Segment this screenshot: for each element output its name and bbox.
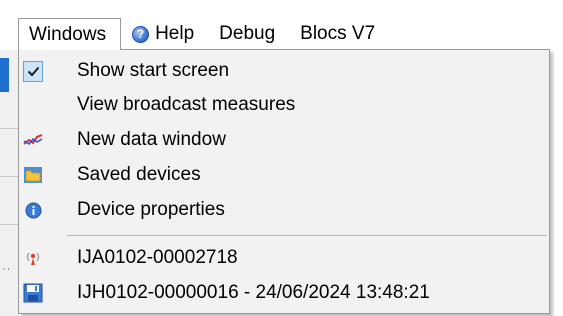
background-selection-highlight (0, 58, 9, 92)
background-divider (0, 176, 18, 177)
menu-item-label: IJA0102-00002718 (77, 247, 238, 268)
menu-item-show-start-screen[interactable]: Show start screen (19, 56, 549, 86)
menu-bar: Windows ? Help Debug Blocs V7 (18, 18, 563, 50)
menu-help[interactable]: ? Help (121, 18, 208, 50)
line-chart-icon (23, 130, 43, 150)
folder-icon (23, 165, 43, 185)
menu-item-label: Show start screen (77, 60, 230, 81)
help-icon: ? (132, 25, 150, 43)
menu-blocs-v7[interactable]: Blocs V7 (289, 18, 389, 50)
menu-debug-label: Debug (219, 23, 276, 44)
windows-dropdown-menu: Show start screen View broadcast measure… (18, 49, 550, 314)
menu-item-device-ija0102[interactable]: IJA0102-00002718 (19, 243, 549, 273)
menu-blocs-v7-label: Blocs V7 (300, 23, 376, 44)
background-divider (0, 224, 18, 225)
menu-item-label: View broadcast measures (77, 94, 296, 115)
menu-item-view-broadcast-measures[interactable]: View broadcast measures (19, 90, 549, 120)
menu-item-icon-slot (23, 60, 43, 82)
menu-item-device-properties[interactable]: Device properties (19, 195, 549, 225)
background-dots: ·· (2, 263, 12, 275)
info-icon (23, 200, 43, 220)
menu-debug[interactable]: Debug (208, 18, 289, 50)
antenna-icon (23, 248, 43, 268)
menu-windows-label: Windows (29, 23, 107, 45)
menu-help-label: Help (155, 23, 195, 44)
menu-separator (67, 235, 547, 236)
menu-item-label: Saved devices (77, 164, 201, 185)
menu-item-label: New data window (77, 129, 226, 150)
menu-item-label: IJH0102-00000016 - 24/06/2024 13:48:21 (77, 282, 430, 303)
menu-item-new-data-window[interactable]: New data window (19, 125, 549, 155)
menu-item-label: Device properties (77, 199, 225, 220)
checkmark-icon (23, 60, 43, 82)
menu-item-saved-devices[interactable]: Saved devices (19, 160, 549, 190)
floppy-disk-icon (23, 283, 43, 303)
background-divider (0, 128, 18, 129)
menu-windows[interactable]: Windows (18, 18, 122, 50)
menu-item-device-ijh0102[interactable]: IJH0102-00000016 - 24/06/2024 13:48:21 (19, 278, 549, 308)
